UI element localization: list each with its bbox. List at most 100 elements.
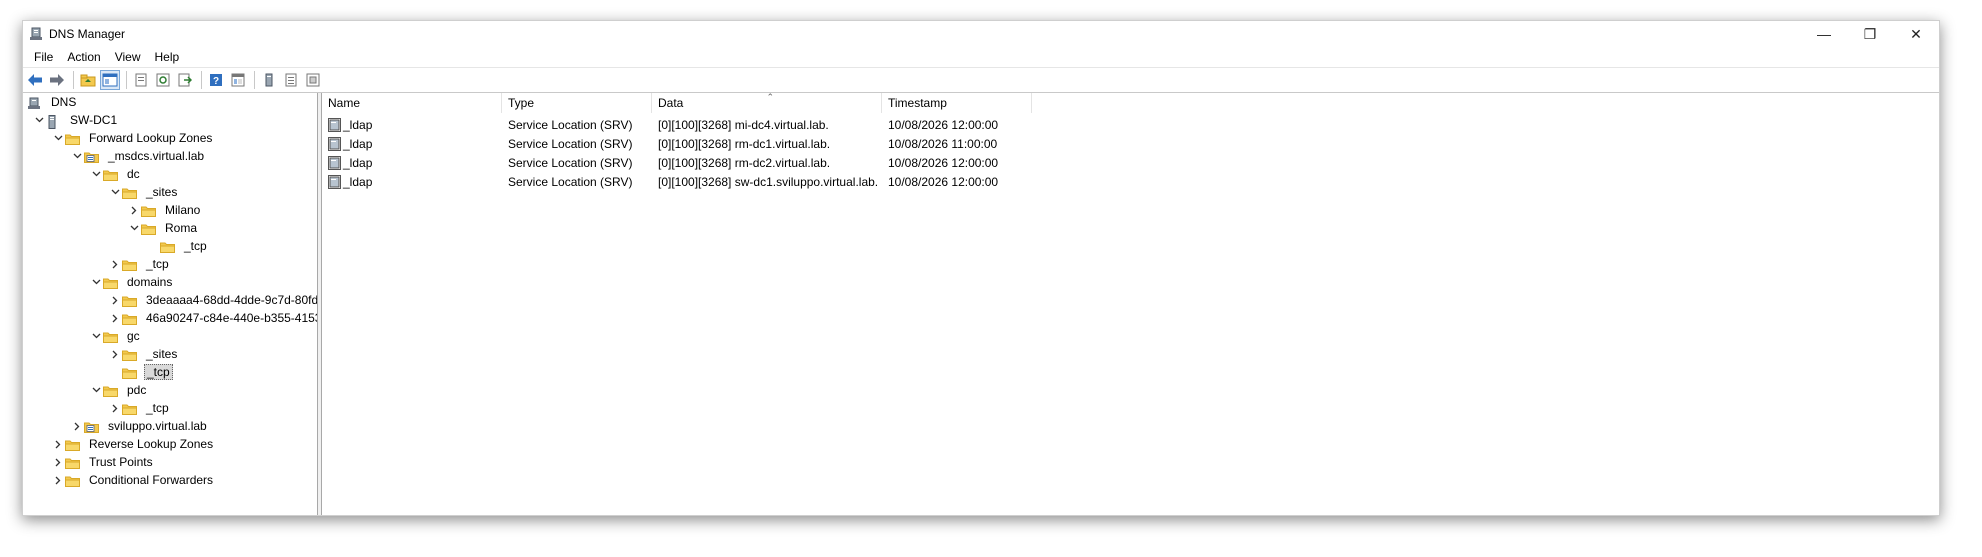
minimize-button[interactable]: — bbox=[1801, 21, 1847, 47]
table-row[interactable]: _ldap Service Location (SRV) [0][100][3268… bbox=[322, 153, 1032, 172]
chevron-down-icon[interactable] bbox=[70, 147, 84, 165]
tree-item[interactable]: _tcp bbox=[108, 399, 171, 417]
cell-timestamp: 10/08/2026 12:00:00 bbox=[882, 155, 1032, 170]
cell-text: 10/08/2026 12:00:00 bbox=[888, 174, 999, 189]
tree-item[interactable]: sviluppo.virtual.lab bbox=[70, 417, 209, 435]
chevron-down-icon[interactable] bbox=[89, 165, 103, 183]
up-one-level-button[interactable] bbox=[78, 70, 98, 90]
column-header-data[interactable]: ⌃ Data bbox=[652, 93, 882, 113]
tree-item[interactable]: _tcp bbox=[108, 363, 173, 381]
forward-arrow-icon bbox=[50, 74, 64, 86]
cell-text: Service Location (SRV) bbox=[508, 136, 633, 151]
cell-data: [0][100][3268] rm-dc2.virtual.lab. bbox=[652, 155, 882, 170]
forward-button[interactable] bbox=[47, 70, 67, 90]
menu-view[interactable]: View bbox=[108, 47, 148, 67]
column-header-type[interactable]: Type bbox=[502, 93, 652, 113]
export-list-icon bbox=[178, 73, 192, 87]
tree-item-label: pdc bbox=[127, 383, 147, 397]
column-header-timestamp[interactable]: Timestamp bbox=[882, 93, 1032, 113]
tree-item-label: SW-DC1 bbox=[70, 113, 118, 127]
tree-item[interactable]: 3deaaaa4-68dd-4dde-9c7d-80fda bbox=[108, 291, 317, 309]
table-row[interactable]: _ldap Service Location (SRV) [0][100][3268… bbox=[322, 172, 1032, 191]
help-button[interactable]: ? bbox=[206, 70, 226, 90]
cell-type: Service Location (SRV) bbox=[502, 174, 652, 189]
table-row[interactable]: _ldap Service Location (SRV) [0][100][3268… bbox=[322, 115, 1032, 134]
chevron-down-icon[interactable] bbox=[32, 111, 46, 129]
cell-text: _ldap bbox=[343, 155, 373, 170]
cell-data: [0][100][3268] mi-dc4.virtual.lab. bbox=[652, 117, 882, 132]
chevron-right-icon[interactable] bbox=[127, 201, 141, 219]
chevron-down-icon[interactable] bbox=[108, 183, 122, 201]
tree-item[interactable]: 46a90247-c84e-440e-b355-41530 bbox=[108, 309, 317, 327]
properties-button[interactable] bbox=[131, 70, 151, 90]
chevron-right-icon[interactable] bbox=[108, 345, 122, 363]
title-bar[interactable]: DNS Manager — ❐ ✕ bbox=[23, 21, 1939, 47]
list-button[interactable] bbox=[281, 70, 301, 90]
table-row[interactable]: _ldap Service Location (SRV) [0][100][3268… bbox=[322, 134, 1032, 153]
close-icon: ✕ bbox=[1910, 25, 1922, 42]
tree-item-label: DNS bbox=[51, 95, 77, 109]
columns-button[interactable] bbox=[303, 70, 323, 90]
chevron-right-icon[interactable] bbox=[108, 399, 122, 417]
menu-help[interactable]: Help bbox=[148, 47, 187, 67]
refresh-button[interactable] bbox=[153, 70, 173, 90]
chevron-down-icon[interactable] bbox=[89, 327, 103, 345]
tree-item[interactable]: domains bbox=[89, 273, 174, 291]
back-button[interactable] bbox=[25, 70, 45, 90]
console-tree[interactable]: DNS SW-DC1 Forward Lookup Zones _msdcs.virt… bbox=[23, 93, 318, 515]
zone-icon bbox=[84, 151, 100, 163]
tree-item[interactable]: dc bbox=[89, 165, 142, 183]
tree-item[interactable]: SW-DC1 bbox=[32, 111, 119, 129]
tree-item[interactable]: Forward Lookup Zones bbox=[51, 129, 214, 147]
tree-item[interactable]: _tcp bbox=[108, 255, 171, 273]
restore-button[interactable]: ❐ bbox=[1847, 21, 1893, 47]
tree-item-label: dc bbox=[127, 167, 140, 181]
export-list-button[interactable] bbox=[175, 70, 195, 90]
tree-item[interactable]: Reverse Lookup Zones bbox=[51, 435, 215, 453]
server-button[interactable] bbox=[259, 70, 279, 90]
close-button[interactable]: ✕ bbox=[1893, 21, 1939, 47]
tree-item-label: domains bbox=[127, 275, 173, 289]
chevron-right-icon[interactable] bbox=[51, 453, 65, 471]
chevron-down-icon[interactable] bbox=[127, 219, 141, 237]
chevron-down-icon[interactable] bbox=[89, 273, 103, 291]
tree-item[interactable]: Trust Points bbox=[51, 453, 155, 471]
tree-item[interactable]: _tcp bbox=[146, 237, 209, 255]
folder-icon bbox=[65, 133, 81, 145]
tree-item[interactable]: _sites bbox=[108, 183, 179, 201]
column-header-name[interactable]: Name bbox=[322, 93, 502, 113]
chevron-right-icon[interactable] bbox=[108, 309, 122, 327]
chevron-right-icon[interactable] bbox=[108, 291, 122, 309]
chevron-right-icon[interactable] bbox=[70, 417, 84, 435]
folder-icon bbox=[103, 277, 119, 289]
menu-action[interactable]: Action bbox=[60, 47, 107, 67]
tree-item[interactable]: Roma bbox=[127, 219, 199, 237]
tree-item-label: Forward Lookup Zones bbox=[89, 131, 213, 145]
srv-record-icon bbox=[328, 136, 341, 151]
chevron-right-icon[interactable] bbox=[51, 435, 65, 453]
results-list[interactable]: Name Type ⌃ Data Timestamp _ldap Service L… bbox=[322, 93, 1939, 515]
cell-text: _ldap bbox=[343, 117, 373, 132]
tree-item[interactable]: pdc bbox=[89, 381, 148, 399]
folder-icon bbox=[122, 295, 138, 307]
cell-text: 10/08/2026 12:00:00 bbox=[888, 117, 999, 132]
cell-timestamp: 10/08/2026 11:00:00 bbox=[882, 136, 1032, 151]
chevron-down-icon[interactable] bbox=[51, 129, 65, 147]
tree-item[interactable]: Milano bbox=[127, 201, 202, 219]
tree-item[interactable]: _msdcs.virtual.lab bbox=[70, 147, 206, 165]
menu-file[interactable]: File bbox=[27, 47, 60, 67]
folder-icon bbox=[65, 475, 81, 487]
tree-item[interactable]: gc bbox=[89, 327, 142, 345]
toolbar-separator bbox=[201, 71, 202, 89]
chevron-right-icon[interactable] bbox=[108, 255, 122, 273]
chevron-right-icon[interactable] bbox=[51, 471, 65, 489]
console-button[interactable] bbox=[228, 70, 248, 90]
tree-item[interactable]: DNS bbox=[27, 93, 78, 111]
show-hide-console-tree-button[interactable] bbox=[100, 70, 120, 90]
tree-item[interactable]: _sites bbox=[108, 345, 179, 363]
tree-item[interactable]: Conditional Forwarders bbox=[51, 471, 215, 489]
cell-text: _ldap bbox=[343, 174, 373, 189]
cell-text: [0][100][3268] sw-dc1.sviluppo.virtual.l… bbox=[658, 174, 879, 189]
folder-icon bbox=[160, 241, 176, 253]
chevron-down-icon[interactable] bbox=[89, 381, 103, 399]
